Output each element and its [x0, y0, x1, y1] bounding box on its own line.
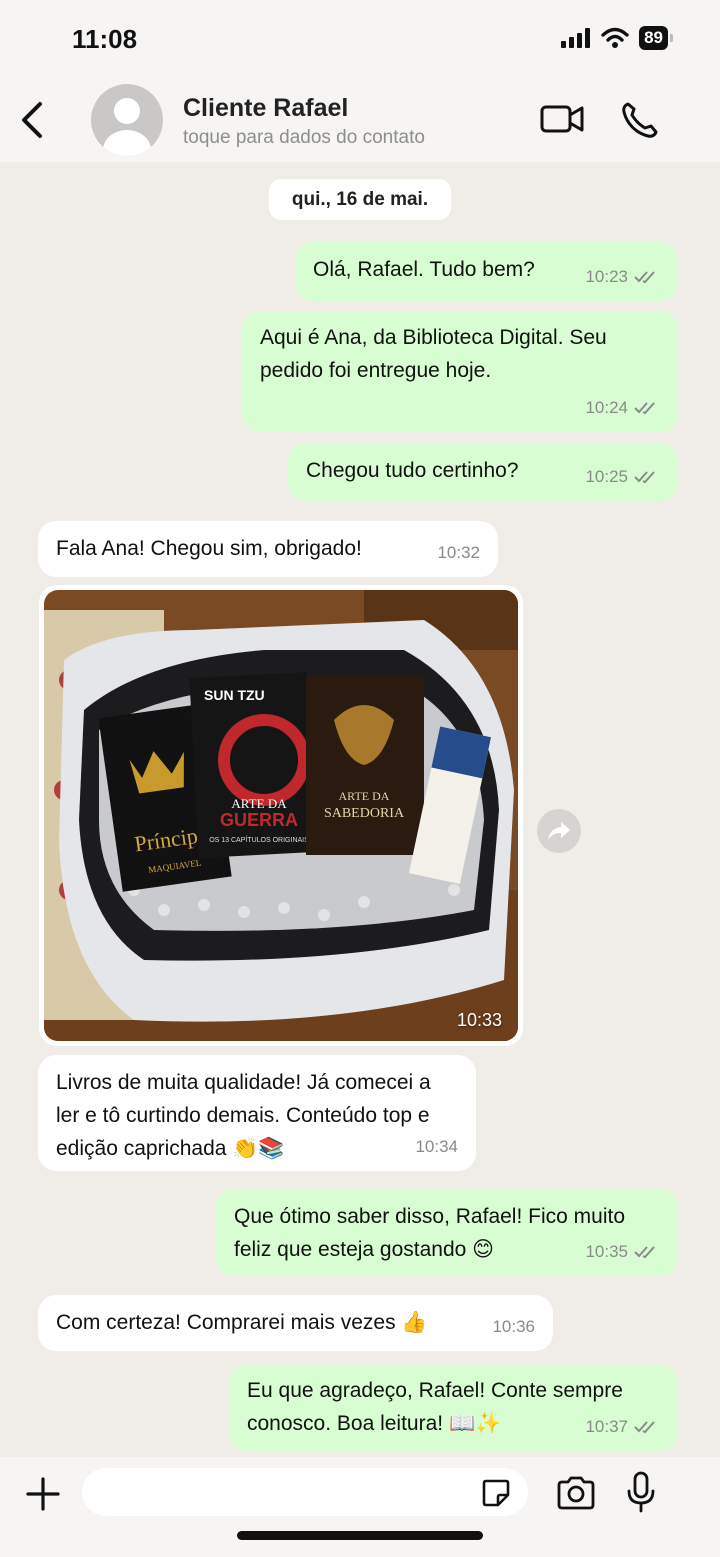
date-chip: qui., 16 de mai. — [269, 179, 451, 220]
read-checks-icon — [634, 470, 655, 483]
message-meta: 10:35 — [585, 1235, 660, 1268]
home-indicator — [237, 1531, 483, 1540]
book2-title-line2: GUERRA — [220, 810, 298, 830]
phone-call-icon[interactable] — [620, 100, 660, 140]
input-bar — [0, 1457, 720, 1557]
contact-subtitle[interactable]: toque para dados do contato — [183, 127, 425, 149]
message-meta: 10:32 — [437, 536, 480, 569]
message-outgoing[interactable]: Eu que agradeço, Rafael! Conte sempre co… — [229, 1365, 678, 1451]
message-time: 10:33 — [456, 1010, 502, 1030]
message-meta: 10:23 — [585, 260, 660, 293]
book3-title-line1: ARTE DA — [339, 789, 390, 803]
status-time: 11:08 — [72, 24, 138, 54]
chat-header: Cliente Rafael toque para dados do conta… — [0, 80, 720, 162]
video-call-icon[interactable] — [540, 102, 584, 136]
message-meta: 10:37 — [585, 1410, 660, 1443]
read-checks-icon — [634, 401, 655, 414]
message-text: Com certeza! Comprarei mais vezes 👍 — [56, 1311, 428, 1334]
message-text: Fala Ana! Chegou sim, obrigado! — [56, 537, 362, 560]
message-time: 10:36 — [492, 1317, 535, 1336]
microphone-icon[interactable] — [626, 1471, 656, 1513]
message-time: 10:25 — [585, 467, 628, 486]
read-checks-icon — [634, 270, 655, 283]
message-outgoing[interactable]: Chegou tudo certinho? 10:25 — [288, 443, 678, 501]
status-icons: 89 — [561, 26, 673, 50]
contact-name[interactable]: Cliente Rafael — [183, 94, 348, 123]
message-time: 10:35 — [585, 1242, 628, 1261]
message-time: 10:34 — [415, 1137, 458, 1156]
book3-title-line2: SABEDORIA — [324, 806, 405, 821]
book2-author: SUN TZU — [204, 687, 265, 703]
message-meta: 10:34 — [415, 1130, 458, 1163]
status-bar: 11:08 89 — [0, 0, 720, 80]
camera-icon[interactable] — [555, 1475, 597, 1511]
wifi-icon — [601, 27, 629, 48]
forward-button[interactable] — [537, 809, 581, 853]
attach-plus-icon[interactable] — [24, 1475, 62, 1513]
message-time: 10:32 — [437, 543, 480, 562]
signal-icon — [561, 28, 591, 48]
message-meta: 10:36 — [492, 1310, 535, 1343]
message-time: 10:37 — [585, 1417, 628, 1436]
avatar[interactable] — [91, 84, 163, 156]
forward-icon — [548, 822, 570, 840]
message-text: Livros de muita qualidade! Já comecei a … — [56, 1071, 431, 1160]
message-incoming[interactable]: Livros de muita qualidade! Já comecei a … — [38, 1055, 476, 1171]
message-outgoing[interactable]: Olá, Rafael. Tudo bem? 10:23 — [295, 242, 678, 301]
message-outgoing[interactable]: Aqui é Ana, da Biblioteca Digital. Seu p… — [242, 311, 678, 432]
message-incoming[interactable]: Fala Ana! Chegou sim, obrigado! 10:32 — [38, 521, 498, 577]
sticker-icon[interactable] — [480, 1477, 512, 1509]
message-text: Chegou tudo certinho? — [306, 459, 519, 482]
message-meta: 10:25 — [585, 460, 660, 493]
book2-subtitle: OS 13 CAPÍTULOS ORIGINAIS — [209, 835, 309, 844]
message-incoming[interactable]: Com certeza! Comprarei mais vezes 👍 10:3… — [38, 1295, 553, 1351]
message-outgoing[interactable]: Que ótimo saber disso, Rafael! Fico muit… — [216, 1189, 678, 1276]
read-checks-icon — [634, 1420, 655, 1433]
books-photo[interactable]: Príncipe MAQUIAVEL SUN TZU ARTE DA GUERR… — [44, 590, 518, 1041]
books-photo-image: Príncipe MAQUIAVEL SUN TZU ARTE DA GUERR… — [44, 590, 518, 1041]
message-photo[interactable]: Príncipe MAQUIAVEL SUN TZU ARTE DA GUERR… — [39, 585, 523, 1046]
back-button[interactable] — [16, 98, 50, 142]
battery-indicator: 89 — [639, 26, 673, 50]
message-meta: 10:24 — [585, 391, 660, 424]
book2-title-line1: ARTE DA — [231, 796, 287, 811]
message-time: 10:24 — [585, 398, 628, 417]
person-icon — [103, 98, 151, 156]
message-time: 10:23 — [585, 267, 628, 286]
message-input[interactable] — [82, 1468, 528, 1516]
message-text: Olá, Rafael. Tudo bem? — [313, 258, 535, 281]
message-text: Aqui é Ana, da Biblioteca Digital. Seu p… — [260, 326, 607, 382]
read-checks-icon — [634, 1245, 655, 1258]
